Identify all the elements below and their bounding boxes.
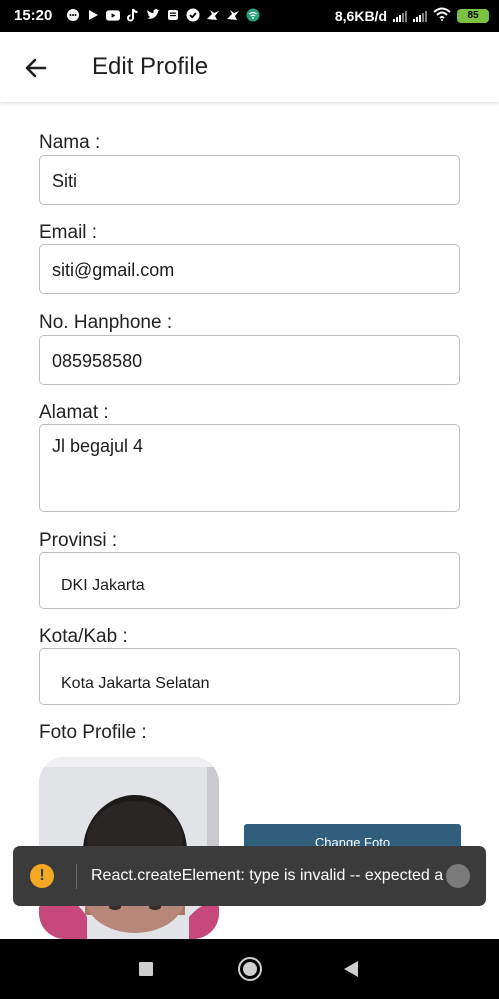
battery-icon: 85 — [457, 8, 489, 23]
bird-icon — [226, 8, 240, 22]
provinsi-label: Provinsi : — [39, 530, 118, 551]
notification-icons — [66, 8, 260, 22]
warning-icon: ! — [30, 864, 54, 888]
email-value: siti@gmail.com — [52, 260, 175, 280]
kota-value: Kota Jakarta Selatan — [61, 675, 210, 692]
nama-input[interactable]: Siti — [39, 155, 460, 205]
app-bar: Edit Profile — [0, 32, 499, 102]
status-time: 15:20 — [14, 7, 53, 24]
tiktok-icon — [126, 8, 140, 22]
home-button[interactable] — [238, 957, 262, 981]
vpn-icon — [246, 8, 260, 22]
signal-icon — [413, 10, 427, 22]
kota-label: Kota/Kab : — [39, 626, 128, 647]
error-toast[interactable]: ! React.createElement: type is invalid -… — [13, 846, 486, 906]
kota-select[interactable]: Kota Jakarta Selatan — [39, 648, 460, 705]
alamat-label: Alamat : — [39, 402, 109, 423]
status-right: 8,6KB/d 85 — [335, 7, 489, 24]
page-title: Edit Profile — [92, 53, 209, 80]
play-icon — [86, 8, 100, 22]
phone-label: No. Hanphone : — [39, 312, 173, 333]
foto-label: Foto Profile : — [39, 722, 147, 743]
navigation-bar — [0, 939, 499, 999]
twitter-icon — [146, 8, 160, 22]
status-bar: 15:20 8,6KB/d 85 — [0, 0, 499, 32]
check-icon — [186, 8, 200, 22]
recents-button[interactable] — [139, 962, 153, 976]
email-label: Email : — [39, 222, 98, 243]
alamat-textarea[interactable]: Jl begajul 4 — [39, 424, 460, 512]
wifi-icon — [433, 7, 451, 24]
battery-level: 85 — [467, 9, 479, 21]
back-button[interactable] — [344, 961, 358, 977]
dismiss-icon[interactable] — [446, 864, 470, 888]
provinsi-value: DKI Jakarta — [61, 577, 145, 594]
chat-icon — [66, 8, 80, 22]
news-icon — [166, 8, 180, 22]
network-speed: 8,6KB/d — [334, 7, 387, 24]
toast-divider — [76, 864, 77, 889]
signal-icon — [393, 10, 407, 22]
provinsi-select[interactable]: DKI Jakarta — [39, 552, 460, 609]
youtube-icon — [106, 8, 120, 22]
nama-label: Nama : — [39, 132, 101, 153]
nama-value: Siti — [52, 171, 78, 191]
phone-value: 085958580 — [52, 351, 143, 371]
email-input[interactable]: siti@gmail.com — [39, 244, 460, 294]
phone-input[interactable]: 085958580 — [39, 335, 460, 385]
bird-icon — [206, 8, 220, 22]
alamat-value: Jl begajul 4 — [52, 436, 144, 456]
screen: 15:20 8,6KB/d 85 Edit Profile Nama: Sit… — [0, 0, 499, 999]
toast-message: React.createElement: type is invalid -- … — [91, 867, 469, 884]
back-arrow-icon[interactable] — [22, 54, 50, 82]
